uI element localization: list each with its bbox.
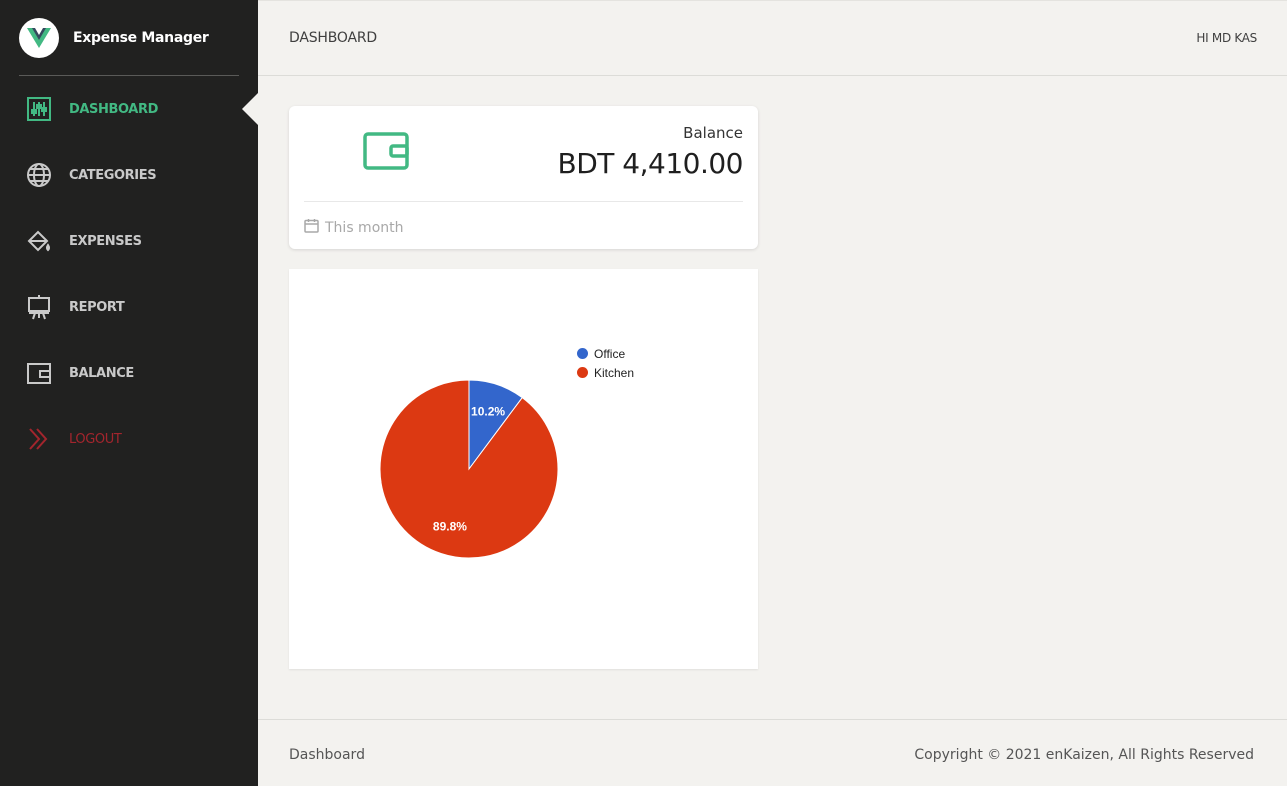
legend-label: Office [594, 346, 626, 361]
sidebar-item-dashboard[interactable]: DASHBOARD [0, 76, 258, 142]
sidebar-item-label: LOGOUT [69, 431, 122, 447]
sidebar-item-label: BALANCE [69, 365, 134, 381]
sidebar-item-label: REPORT [69, 299, 125, 315]
double-chevron-right-icon [25, 425, 53, 453]
paint-bucket-icon [25, 227, 53, 255]
legend-marker [577, 367, 588, 378]
sidebar-item-report[interactable]: REPORT [0, 274, 258, 340]
sidebar-item-categories[interactable]: CATEGORIES [0, 142, 258, 208]
wallet-icon [25, 359, 53, 387]
pie-chart: 10.2% 89.8% [379, 379, 559, 559]
sidebar-nav: DASHBOARD CATEGORIES EXPENSES REPORT BAL… [0, 76, 258, 472]
pie-slice-label: 10.2% [471, 405, 505, 419]
footer: Dashboard Copyright © 2021 enKaizen, All… [258, 719, 1287, 786]
globe-icon [25, 161, 53, 189]
card-footer: This month [304, 218, 404, 237]
chart-card: 10.2% 89.8% Office Kitchen [289, 269, 758, 669]
copyright-text: Copyright © 2021 enKaizen, All Rights Re… [914, 747, 1254, 763]
presentation-board-icon [25, 293, 53, 321]
wallet-icon [363, 132, 409, 174]
active-indicator [242, 93, 258, 125]
sidebar-item-label: EXPENSES [69, 233, 142, 249]
sidebar-item-logout[interactable]: LOGOUT [0, 406, 258, 472]
balance-card: Balance BDT 4,410.00 This month [289, 106, 758, 249]
sidebar-item-balance[interactable]: BALANCE [0, 340, 258, 406]
chart-legend: Office Kitchen [577, 344, 634, 382]
user-greeting[interactable]: HI MD KAS [1196, 31, 1257, 45]
legend-marker [577, 348, 588, 359]
top-bar: DASHBOARD HI MD KAS [258, 0, 1287, 76]
sidebar: Expense Manager DASHBOARD CATEGORIES EXP… [0, 0, 258, 786]
pie-slice-kitchen[interactable] [379, 379, 559, 559]
sliders-icon [25, 95, 53, 123]
sidebar-item-label: DASHBOARD [69, 101, 158, 117]
sidebar-item-label: CATEGORIES [69, 167, 157, 183]
card-divider [304, 201, 743, 202]
legend-label: Kitchen [594, 365, 635, 380]
balance-label: Balance [683, 124, 743, 142]
brand[interactable]: Expense Manager [19, 18, 209, 58]
page-title: DASHBOARD [289, 30, 377, 46]
footer-page-name: Dashboard [289, 747, 365, 763]
calendar-icon [304, 218, 319, 237]
legend-item-office[interactable]: Office [577, 344, 634, 363]
balance-value: BDT 4,410.00 [557, 147, 744, 180]
app-name: Expense Manager [73, 30, 209, 46]
legend-item-kitchen[interactable]: Kitchen [577, 363, 634, 382]
sidebar-item-expenses[interactable]: EXPENSES [0, 208, 258, 274]
vue-logo-icon [19, 18, 59, 58]
pie-slice-label: 89.8% [433, 519, 467, 533]
period-label: This month [325, 219, 404, 236]
